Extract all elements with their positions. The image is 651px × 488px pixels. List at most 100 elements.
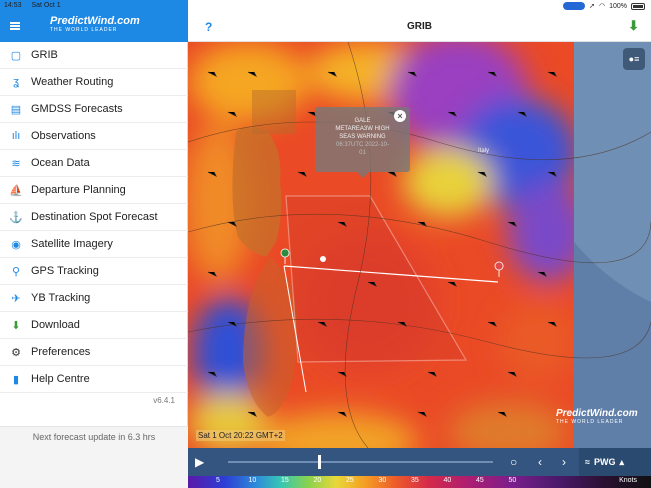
- sidebar-item-label: Satellite Imagery: [31, 238, 113, 250]
- sidebar-item-label: YB Tracking: [31, 292, 91, 304]
- sidebar-item-label: Preferences: [31, 346, 91, 358]
- sidebar-menu: ▢ GRIB ʓ Weather Routing ▤ GMDSS Forecas…: [0, 42, 188, 393]
- layers-button[interactable]: ●≡: [623, 48, 645, 70]
- sidebar-item-label: Download: [31, 319, 80, 331]
- sidebar-item-observations[interactable]: ılı Observations: [0, 123, 188, 150]
- popup-line: 01: [359, 150, 366, 156]
- sidebar-item-download[interactable]: ⬇ Download: [0, 312, 188, 339]
- waypoint-dot[interactable]: [320, 256, 326, 262]
- forecast-time-label: Sat 1 Oct 20:22 GMT+2: [196, 430, 285, 441]
- status-time: 14:53: [4, 2, 22, 9]
- warning-popup[interactable]: × GALE METAREA3W HIGH SEAS WARNING 06:37…: [315, 107, 410, 178]
- camera-icon: ◉: [11, 238, 21, 251]
- warning-zone-box: [252, 90, 296, 134]
- land-corsica: [232, 127, 282, 257]
- model-select-button[interactable]: ≈ PWG ▴: [579, 448, 651, 476]
- model-label: PWG: [593, 457, 616, 467]
- sidebar-item-departure-planning[interactable]: ⛵ Departure Planning: [0, 177, 188, 204]
- app-version: v6.4.1: [153, 396, 175, 405]
- scale-tick: 50: [508, 477, 517, 484]
- sidebar-item-gmdss-forecasts[interactable]: ▤ GMDSS Forecasts: [0, 96, 188, 123]
- sidebar-item-label: Ocean Data: [31, 157, 90, 169]
- sidebar-item-label: Help Centre: [31, 373, 90, 385]
- popup-line: SEAS WARNING: [339, 134, 386, 140]
- scale-tick: 10: [248, 477, 257, 484]
- grib-icon: ▢: [10, 49, 22, 62]
- sidebar-item-label: GPS Tracking: [31, 265, 99, 277]
- map-watermark: PredictWind.com THE WORLD LEADER: [556, 408, 638, 425]
- sidebar-item-destination-spot-forecast[interactable]: ⚓ Destination Spot Forecast: [0, 204, 188, 231]
- wifi-icon: ◠: [598, 3, 606, 10]
- battery-icon: [631, 2, 645, 10]
- anchor-icon: ⚓: [9, 211, 23, 224]
- chevron-up-icon: ▴: [619, 457, 624, 467]
- app-logo: PredictWind.com THE WORLD LEADER: [50, 15, 140, 37]
- top-bar: ? GRIB ⬇: [188, 12, 651, 42]
- scale-tick: 30: [378, 477, 387, 484]
- logo-tagline: THE WORLD LEADER: [50, 27, 118, 33]
- sidebar-item-ocean-data[interactable]: ≋ Ocean Data: [0, 150, 188, 177]
- battery-text: 100%: [609, 2, 627, 10]
- sidebar-item-label: Departure Planning: [31, 184, 126, 196]
- scale-tick: 35: [411, 477, 419, 484]
- wind-heatmap: [188, 42, 651, 448]
- menu-icon[interactable]: [10, 22, 20, 30]
- timeline-slider[interactable]: [228, 455, 493, 469]
- layers-icon: ●≡: [628, 54, 640, 64]
- map-brand-tagline: THE WORLD LEADER: [556, 419, 624, 425]
- sidebar-item-satellite-imagery[interactable]: ◉ Satellite Imagery: [0, 231, 188, 258]
- sidebar-item-help-centre[interactable]: ▮ Help Centre: [0, 366, 188, 393]
- waves-icon: ≋: [11, 157, 21, 170]
- chevron-left-icon[interactable]: ‹: [538, 454, 542, 470]
- forecast-update-note: Next forecast update in 6.3 hrs: [0, 426, 188, 488]
- scale-unit: Knots: [619, 477, 637, 484]
- grib-map[interactable]: Italy × GALE METAREA3W HIGH SEAS WARNING…: [188, 42, 651, 488]
- sidebar: PredictWind.com THE WORLD LEADER ▢ GRIB …: [0, 0, 188, 488]
- book-icon: ▮: [12, 373, 20, 386]
- sidebar-item-grib[interactable]: ▢ GRIB: [0, 42, 188, 69]
- map-brand-name: PredictWind.com: [556, 408, 638, 419]
- timeline-controls: ▶ ○ ‹ › ≈ PWG ▴: [188, 448, 651, 476]
- download-icon[interactable]: ⬇: [628, 18, 639, 34]
- routing-icon: ʓ: [13, 76, 19, 88]
- sidebar-item-gps-tracking[interactable]: ⚲ GPS Tracking: [0, 258, 188, 285]
- scale-tick: 40: [443, 477, 452, 484]
- sidebar-item-label: GMDSS Forecasts: [31, 103, 123, 115]
- scale-tick: 5: [216, 477, 220, 484]
- sidebar-item-label: Destination Spot Forecast: [31, 211, 158, 223]
- circle-icon[interactable]: ○: [510, 454, 517, 470]
- sidebar-item-preferences[interactable]: ⚙ Preferences: [0, 339, 188, 366]
- gear-icon: ⚙: [11, 346, 21, 359]
- sidebar-item-label: GRIB: [31, 49, 58, 61]
- logo-brand: PredictWind.com: [50, 15, 140, 27]
- wind-scale: 5 10 15 20 25 30 35 40 45 50 Knots: [188, 476, 651, 488]
- scale-tick: 25: [346, 477, 354, 484]
- scale-gradient: [188, 476, 651, 488]
- download-icon: ⬇: [11, 319, 21, 332]
- play-icon[interactable]: ▶: [195, 454, 211, 470]
- scale-tick: 15: [281, 477, 289, 484]
- scale-tick: 45: [476, 477, 484, 484]
- popup-line: 06:37UTC 2022-10-: [335, 142, 390, 148]
- sidebar-item-label: Weather Routing: [31, 76, 114, 88]
- sidebar-item-weather-routing[interactable]: ʓ Weather Routing: [0, 69, 188, 96]
- sidebar-item-label: Observations: [31, 130, 96, 142]
- wind-model-icon: ≈: [585, 457, 590, 467]
- city-label: Italy: [478, 148, 490, 154]
- location-icon: ➚: [589, 3, 595, 10]
- observations-icon: ılı: [11, 130, 21, 142]
- document-icon: ▤: [10, 103, 22, 116]
- focus-pill-icon: [563, 2, 586, 10]
- sailboat-icon: ⛵: [9, 184, 23, 197]
- scale-tick: 20: [313, 477, 322, 484]
- sidebar-item-yb-tracking[interactable]: ✈ YB Tracking: [0, 285, 188, 312]
- pin-icon: ⚲: [11, 265, 21, 278]
- satellite-icon: ✈: [11, 292, 21, 305]
- status-bar: 14:53 Sat Oct 1 ➚ ◠ 100%: [0, 0, 651, 12]
- chevron-right-icon[interactable]: ›: [562, 454, 566, 470]
- timeline-thumb[interactable]: [318, 455, 322, 469]
- close-icon[interactable]: ×: [394, 110, 406, 122]
- page-title: GRIB: [407, 21, 432, 32]
- popup-line: METAREA3W HIGH: [335, 126, 390, 132]
- status-date: Sat Oct 1: [31, 2, 61, 9]
